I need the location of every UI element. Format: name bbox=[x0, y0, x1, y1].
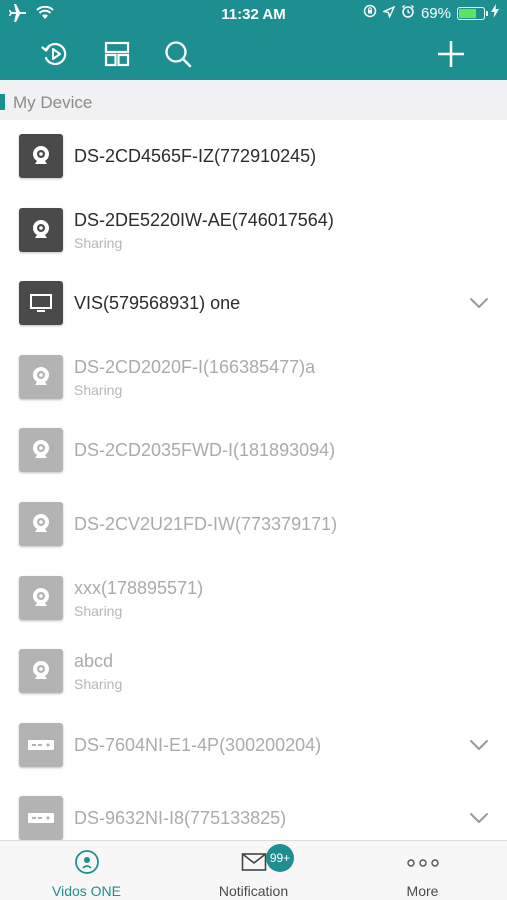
device-row[interactable]: DS-2CD2035FWD-I(181893094) bbox=[0, 414, 507, 488]
device-row[interactable]: DS-2DE5220IW-AE(746017564) Sharing bbox=[0, 194, 507, 268]
device-row[interactable]: VIS(579568931) one bbox=[0, 267, 507, 341]
nvr-device-icon bbox=[19, 722, 63, 767]
camera-device-icon bbox=[19, 501, 63, 546]
device-row[interactable]: abcd Sharing bbox=[0, 635, 507, 709]
monitor-device-icon bbox=[19, 281, 63, 326]
status-bar: 11:32 AM 69% bbox=[0, 0, 507, 28]
more-dots-icon bbox=[406, 855, 440, 873]
device-name: xxx(178895571) bbox=[74, 577, 204, 598]
device-sharing-label: Sharing bbox=[74, 602, 123, 619]
device-list[interactable]: DS-2CD4565F-IZ(772910245) DS-2DE5220IW-AE… bbox=[0, 120, 507, 840]
device-row[interactable]: DS-9632NI-I8(775133825) bbox=[0, 782, 507, 840]
tab-notification-label: Notification bbox=[218, 883, 289, 899]
device-name: DS-2CD2020F-I(166385477)a bbox=[74, 356, 316, 377]
chevron-down-icon[interactable] bbox=[467, 733, 491, 757]
device-name: DS-9632NI-I8(775133825) bbox=[74, 808, 287, 829]
device-sharing-label: Sharing bbox=[74, 234, 123, 251]
charging-icon bbox=[491, 4, 499, 22]
camera-device-icon bbox=[19, 134, 63, 178]
search-icon[interactable] bbox=[160, 36, 196, 72]
tab-more[interactable]: More bbox=[338, 841, 507, 900]
camera-device-icon bbox=[19, 649, 63, 694]
layout-icon[interactable] bbox=[99, 36, 135, 72]
tab-more-label: More bbox=[406, 883, 439, 899]
device-sharing-label: Sharing bbox=[74, 381, 123, 398]
tab-vidos-one[interactable]: Vidos ONE bbox=[2, 841, 171, 900]
device-name: VIS(579568931) one bbox=[74, 293, 241, 314]
nvr-device-icon bbox=[19, 796, 63, 840]
device-name: DS-2CD2035FWD-I(181893094) bbox=[74, 440, 336, 461]
device-name: DS-2CV2U21FD-IW(773379171) bbox=[74, 513, 338, 534]
camera-device-icon bbox=[19, 207, 63, 252]
device-name: DS-7604NI-E1-4P(300200204) bbox=[74, 734, 322, 755]
camera-device-icon bbox=[19, 575, 63, 620]
add-icon[interactable] bbox=[433, 36, 469, 72]
section-accent-bar bbox=[0, 94, 5, 110]
section-header: My Device bbox=[0, 80, 507, 120]
tab-bar: Vidos ONE 99+ Notification More bbox=[0, 840, 507, 900]
chevron-down-icon[interactable] bbox=[467, 806, 491, 830]
location-icon bbox=[381, 5, 396, 22]
device-row[interactable]: xxx(178895571) Sharing bbox=[0, 562, 507, 636]
tab-vidos-one-label: Vidos ONE bbox=[52, 883, 121, 899]
toolbar bbox=[0, 28, 507, 80]
playback-icon[interactable] bbox=[37, 36, 73, 72]
battery-icon bbox=[457, 6, 488, 20]
device-tab-icon bbox=[74, 849, 100, 880]
device-name: DS-2CD4565F-IZ(772910245) bbox=[74, 146, 317, 166]
camera-device-icon bbox=[19, 428, 63, 473]
camera-device-icon bbox=[19, 354, 63, 399]
chevron-down-icon[interactable] bbox=[467, 291, 491, 315]
battery-percent: 69% bbox=[420, 4, 451, 22]
device-sharing-label: Sharing bbox=[74, 676, 123, 693]
alarm-icon bbox=[401, 4, 415, 22]
device-name: DS-2DE5220IW-AE(746017564) bbox=[74, 209, 334, 230]
device-row[interactable]: DS-7604NI-E1-4P(300200204) bbox=[0, 709, 507, 783]
envelope-icon bbox=[241, 852, 267, 877]
device-name: abcd bbox=[74, 651, 114, 672]
notification-badge: 99+ bbox=[266, 844, 294, 872]
device-row[interactable]: DS-2CD2020F-I(166385477)a Sharing bbox=[0, 341, 507, 415]
device-row[interactable]: DS-2CV2U21FD-IW(773379171) bbox=[0, 488, 507, 562]
lock-rotation-icon bbox=[363, 4, 377, 22]
section-title: My Device bbox=[13, 93, 93, 112]
tab-notification[interactable]: 99+ Notification bbox=[169, 841, 338, 900]
device-row[interactable]: DS-2CD4565F-IZ(772910245) bbox=[0, 120, 507, 194]
